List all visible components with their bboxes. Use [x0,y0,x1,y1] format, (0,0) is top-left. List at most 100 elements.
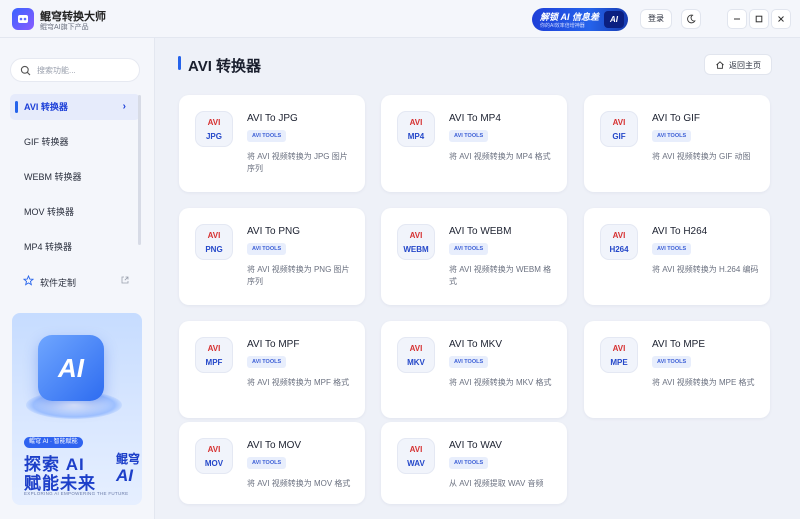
card-description: 将 AVI 视频转换为 PNG 图片序列 [247,265,350,286]
format-icon-target: MPF [205,358,223,367]
back-home-button[interactable]: 返回主页 [704,54,772,75]
minimize-button[interactable] [727,9,747,29]
card-tag: AVI TOOLS [652,356,692,368]
card-title: AVI To MP4 [449,113,501,124]
card-tag: AVI TOOLS [449,243,489,255]
banner-brand: 鲲穹 [116,452,141,466]
maximize-icon [755,15,763,23]
card-tag: AVI TOOLS [449,130,489,142]
card-title: AVI To WEBM [449,226,512,237]
minimize-icon [734,18,740,20]
login-button[interactable]: 登录 [640,9,672,29]
card-tag: AVI TOOLS [247,130,287,142]
promo-subtitle: 你的AI效率倍增神器 [540,23,585,29]
search-box [10,58,140,82]
format-icon-target: MP4 [407,132,425,141]
moon-icon [687,14,696,24]
format-icon-source: AVI [409,344,423,353]
title-accent-bar [178,56,181,70]
page-title: AVI 转换器 [188,58,262,75]
card-tag: AVI TOOLS [652,130,692,142]
sidebar-item-avi-converter[interactable]: AVI 转换器 › [10,94,140,120]
format-icon: AVI MKV [397,337,435,373]
card-title: AVI To PNG [247,226,300,237]
tool-card-avi-to-mpe[interactable]: AVI MPE AVI To MPE AVI TOOLS 将 AVI 视频转换为 MPE… [584,321,770,418]
tool-card-avi-to-gif[interactable]: AVI GIF AVI To GIF AVI TOOLS 将 AVI 视频转换为 GIF… [584,95,770,192]
card-description: 将 AVI 视频转换为 MKV 格式 [449,378,552,387]
theme-toggle-button[interactable] [681,9,701,29]
ai-cube-illustration: AI [38,335,104,401]
tool-card-avi-to-mp4[interactable]: AVI MP4 AVI To MP4 AVI TOOLS 将 AVI 视频转换为 MP4… [381,95,567,192]
maximize-button[interactable] [749,9,769,29]
card-description: 将 AVI 视频转换为 GIF 动图 [652,152,751,161]
sidebar-item-webm-converter[interactable]: WEBM 转换器 [10,164,140,190]
card-title: AVI To MOV [247,440,302,451]
card-title: AVI To WAV [449,440,502,451]
format-icon-target: MPE [610,358,628,367]
format-icon-target: GIF [612,132,626,141]
format-icon-source: AVI [612,118,626,127]
card-description: 从 AVI 视频提取 WAV 音频 [449,479,544,488]
card-title: AVI To JPG [247,113,298,124]
tool-card-avi-to-wav[interactable]: AVI WAV AVI To WAV AVI TOOLS 从 AVI 视频提取 WAV … [381,422,567,504]
external-link-icon [121,276,129,284]
format-icon: AVI JPG [195,111,233,147]
app-subtitle: 鲲穹AI旗下产品 [40,24,89,31]
close-icon [778,16,784,22]
card-tag: AVI TOOLS [247,243,287,255]
card-description: 将 AVI 视频转换为 MP4 格式 [449,152,551,161]
format-icon-source: AVI [207,445,221,454]
format-icon-target: MOV [204,459,224,468]
card-description: 将 AVI 视频转换为 MPF 格式 [247,378,350,387]
card-title: AVI To MKV [449,339,502,350]
promo-ad-banner[interactable]: AI 鲲穹 AI · 智能赋能 探索 AI 赋能未来 鲲穹 AI EXPLORI… [12,313,142,505]
format-icon-target: H264 [609,245,629,254]
custom-software-label: 软件定制 [40,278,77,288]
format-icon-source: AVI [207,118,221,127]
title-bar: 鲲穹转换大师 鲲穹AI旗下产品 解锁 AI 信息差 你的AI效率倍增神器 AI … [0,0,800,38]
tool-card-avi-to-mpf[interactable]: AVI MPF AVI To MPF AVI TOOLS 将 AVI 视频转换为 MPF… [179,321,365,418]
format-icon: AVI H264 [600,224,638,260]
app-logo-icon [12,8,34,30]
back-home-label: 返回主页 [729,61,761,70]
tool-card-avi-to-mov[interactable]: AVI MOV AVI To MOV AVI TOOLS 将 AVI 视频转换为 MOV… [179,422,365,504]
format-icon-target: WAV [407,459,425,468]
format-icon-target: JPG [205,132,222,141]
close-button[interactable] [771,9,791,29]
banner-english-slogan: EXPLORING AI EMPOWERING THE FUTURE [24,491,129,496]
search-input[interactable] [37,63,135,78]
home-icon [716,61,724,69]
sidebar-item-mp4-converter[interactable]: MP4 转换器 [10,234,140,260]
format-icon: AVI PNG [195,224,233,260]
format-icon-target: MKV [407,358,425,367]
sidebar-scrollbar[interactable] [138,95,141,245]
sidebar-item-gif-converter[interactable]: GIF 转换器 [10,129,140,155]
promo-banner-button[interactable]: 解锁 AI 信息差 你的AI效率倍增神器 AI [532,8,628,31]
tool-card-avi-to-h264[interactable]: AVI H264 AVI To H264 AVI TOOLS 将 AVI 视频转换为 H… [584,208,770,305]
format-icon-source: AVI [409,231,423,240]
card-description: 将 AVI 视频转换为 MOV 格式 [247,479,351,488]
star-icon [23,275,34,286]
tool-card-avi-to-png[interactable]: AVI PNG AVI To PNG AVI TOOLS 将 AVI 视频转换为 PNG… [179,208,365,305]
format-icon: AVI MOV [195,438,233,474]
card-title: AVI To GIF [652,113,700,124]
main-content: AVI 转换器 返回主页 AVI JPG AVI To JPG AVI TOOLS 将 … [156,38,800,519]
sidebar-item-mov-converter[interactable]: MOV 转换器 [10,199,140,225]
promo-ai-badge: AI [604,11,624,28]
card-title: AVI To H264 [652,226,708,237]
card-description: 将 AVI 视频转换为 MPE 格式 [652,378,755,387]
format-icon-source: AVI [612,231,626,240]
tool-card-avi-to-webm[interactable]: AVI WEBM AVI To WEBM AVI TOOLS 将 AVI 视频转换为 W… [381,208,567,305]
banner-cube-text: AI [58,352,84,383]
card-title: AVI To MPE [652,339,705,350]
format-icon-source: AVI [207,231,221,240]
format-icon: AVI GIF [600,111,638,147]
sidebar-item-custom-software[interactable]: 软件定制 [10,272,140,292]
search-icon [20,65,31,76]
format-icon: AVI MPE [600,337,638,373]
tool-card-avi-to-mkv[interactable]: AVI MKV AVI To MKV AVI TOOLS 将 AVI 视频转换为 MKV… [381,321,567,418]
tool-card-avi-to-jpg[interactable]: AVI JPG AVI To JPG AVI TOOLS 将 AVI 视频转换为 JPG… [179,95,365,192]
card-tag: AVI TOOLS [247,457,287,469]
card-description: 将 AVI 视频转换为 WEBM 格式 [449,265,552,286]
banner-brand-ai: AI [116,466,133,485]
